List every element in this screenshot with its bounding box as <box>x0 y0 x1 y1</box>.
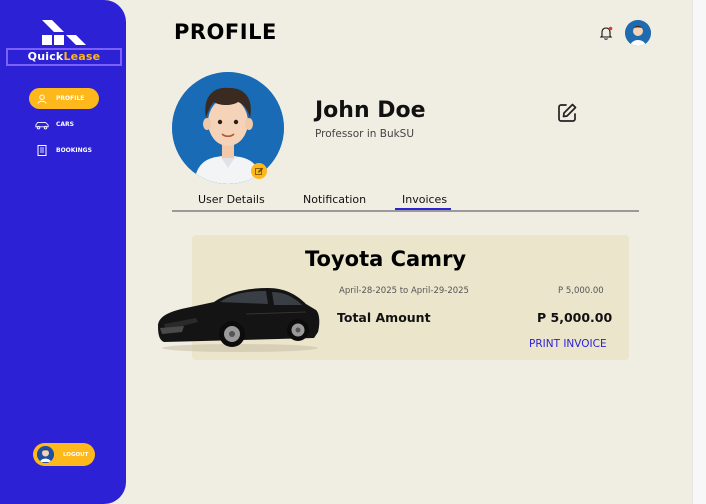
sidebar-item-cars[interactable]: CARS <box>29 114 99 135</box>
edit-photo-button[interactable] <box>251 163 267 179</box>
sidebar-item-label: PROFILE <box>56 95 85 102</box>
logo-word-lease: Lease <box>63 50 101 63</box>
active-tab-indicator <box>395 208 451 210</box>
car-image <box>156 284 321 354</box>
sidebar-item-profile[interactable]: PROFILE <box>29 88 99 109</box>
invoice-line-price: P 5,000.00 <box>558 286 604 296</box>
invoice-car-name: Toyota Camry <box>305 247 467 271</box>
profile-role: Professor in BukSU <box>315 128 415 140</box>
sidebar-item-label: BOOKINGS <box>56 147 92 154</box>
logo-wordmark: QuickLease <box>6 48 122 66</box>
app-logo[interactable]: QuickLease <box>6 16 122 66</box>
tab-user-details[interactable]: User Details <box>198 193 265 206</box>
profile-avatar <box>172 72 284 184</box>
book-icon <box>35 145 49 156</box>
pencil-icon <box>254 167 263 175</box>
user-icon <box>35 94 49 104</box>
tabs-divider <box>172 210 639 212</box>
bell-icon[interactable] <box>598 25 614 41</box>
profile-name: John Doe <box>315 98 426 123</box>
tab-notification[interactable]: Notification <box>303 193 366 206</box>
total-amount-label: Total Amount <box>337 310 431 325</box>
page-title: PROFILE <box>174 20 277 44</box>
edit-profile-icon[interactable] <box>556 102 578 124</box>
logo-mark-icon <box>42 20 86 45</box>
sidebar-item-label: CARS <box>56 121 74 128</box>
print-invoice-link[interactable]: PRINT INVOICE <box>529 338 607 350</box>
total-amount-value: P 5,000.00 <box>537 310 613 325</box>
invoice-date-range: April-28-2025 to April-29-2025 <box>339 286 469 296</box>
scrollbar-track[interactable] <box>692 0 706 504</box>
logout-label: LOGOUT <box>63 451 89 458</box>
sidebar-item-bookings[interactable]: BOOKINGS <box>29 140 99 161</box>
tab-invoices[interactable]: Invoices <box>402 193 447 206</box>
logo-word-quick: Quick <box>27 50 64 63</box>
car-icon <box>35 120 49 130</box>
logout-button[interactable]: LOGOUT <box>33 443 95 466</box>
sidebar: QuickLease PROFILE CARS BOOKINGS LOGOUT <box>0 0 126 504</box>
avatar[interactable] <box>625 20 651 46</box>
avatar <box>37 446 54 463</box>
